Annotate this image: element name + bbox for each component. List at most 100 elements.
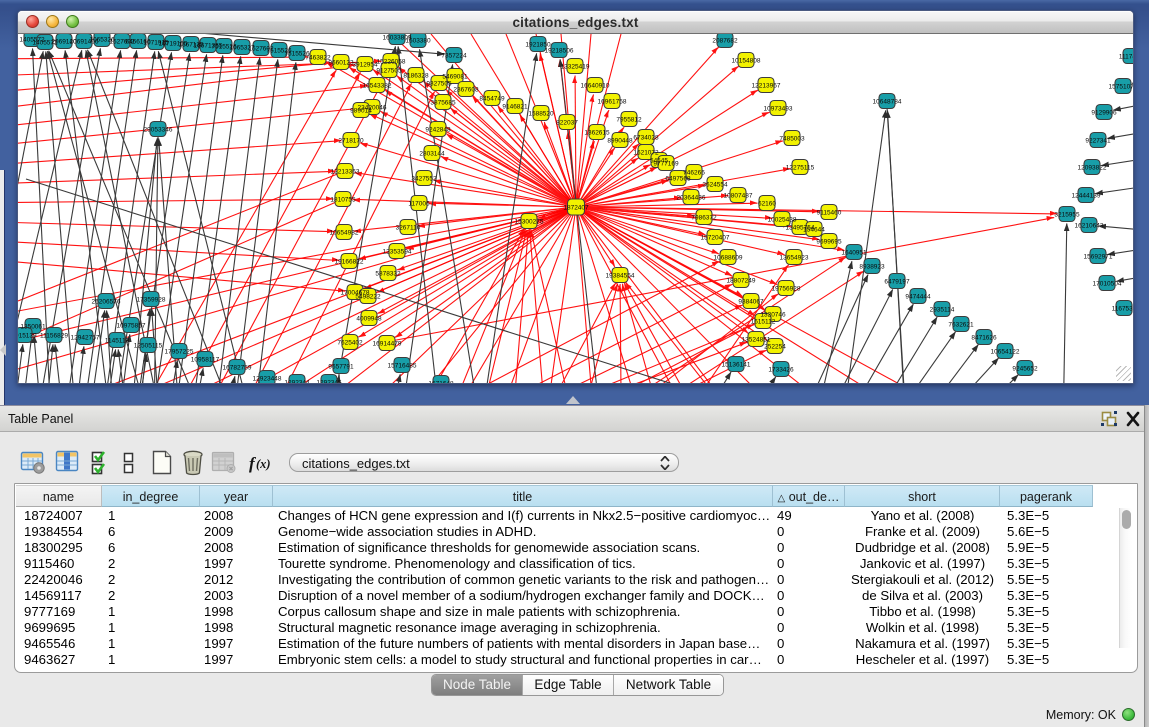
svg-text:5469081: 5469081 xyxy=(442,74,468,81)
svg-text:1588520: 1588520 xyxy=(528,111,554,118)
svg-text:15692971: 15692971 xyxy=(1084,254,1113,261)
svg-text:2087682: 2087682 xyxy=(712,38,738,45)
svg-text:12923448: 12923448 xyxy=(253,376,282,383)
svg-text:9242848: 9242848 xyxy=(425,127,451,134)
svg-text:12505115: 12505115 xyxy=(134,343,163,350)
svg-text:15720407: 15720407 xyxy=(701,235,730,242)
svg-text:17957225: 17957225 xyxy=(165,349,194,356)
svg-text:20364436: 20364436 xyxy=(677,195,706,202)
svg-text:154644: 154644 xyxy=(803,227,825,234)
svg-text:1640951: 1640951 xyxy=(841,250,867,257)
svg-text:8938923: 8938923 xyxy=(859,264,885,271)
svg-text:1167533: 1167533 xyxy=(1112,306,1133,313)
svg-text:10973493: 10973493 xyxy=(764,106,793,113)
svg-text:9660123: 9660123 xyxy=(328,60,354,67)
svg-text:10958117: 10958117 xyxy=(191,357,220,364)
svg-text:1621072: 1621072 xyxy=(633,150,659,157)
svg-text:16782759: 16782759 xyxy=(223,365,252,372)
svg-text:1810755: 1810755 xyxy=(330,197,356,204)
svg-text:9245652: 9245652 xyxy=(1012,366,1038,373)
svg-text:29053346: 29053346 xyxy=(144,127,173,134)
svg-text:3215955: 3215955 xyxy=(1054,212,1080,219)
svg-text:3912954: 3912954 xyxy=(352,62,378,69)
svg-text:10025438: 10025438 xyxy=(768,217,797,224)
svg-text:9146821: 9146821 xyxy=(502,104,528,111)
svg-text:15226058: 15226058 xyxy=(377,59,406,66)
svg-text:7955812: 7955812 xyxy=(616,117,642,124)
svg-text:1615112: 1615112 xyxy=(751,319,776,326)
svg-text:4009948: 4009948 xyxy=(356,316,382,323)
svg-text:117006: 117006 xyxy=(408,201,430,208)
svg-text:15300275: 15300275 xyxy=(515,219,544,226)
svg-text:7485003: 7485003 xyxy=(779,136,805,143)
svg-text:19756928: 19756928 xyxy=(772,286,801,293)
svg-text:13654923: 13654923 xyxy=(780,255,809,262)
svg-text:3915139: 3915139 xyxy=(18,333,37,340)
svg-text:6734028: 6734028 xyxy=(633,135,659,142)
svg-text:12942757: 12942757 xyxy=(71,335,100,342)
svg-text:10688609: 10688609 xyxy=(714,255,743,262)
svg-text:1145119: 1145119 xyxy=(105,338,130,345)
svg-text:822037: 822037 xyxy=(556,120,578,127)
svg-text:15136141: 15136141 xyxy=(722,362,751,369)
svg-text:3267110: 3267110 xyxy=(396,225,421,232)
svg-text:7632621: 7632621 xyxy=(948,322,974,329)
svg-text:17359928: 17359928 xyxy=(137,297,166,304)
svg-text:9129906: 9129906 xyxy=(1091,110,1117,117)
svg-text:10154808: 10154808 xyxy=(732,58,761,65)
svg-text:19166822: 19166822 xyxy=(335,259,364,266)
svg-text:16543382: 16543382 xyxy=(363,83,392,90)
svg-text:19384554: 19384554 xyxy=(606,273,635,280)
svg-text:15716485: 15716485 xyxy=(388,363,417,370)
svg-text:3427552: 3427552 xyxy=(411,176,437,183)
svg-text:10654122: 10654122 xyxy=(991,349,1020,356)
svg-text:7986372: 7986372 xyxy=(691,215,717,222)
svg-text:8186328: 8186328 xyxy=(403,73,429,80)
svg-text:12353594: 12353594 xyxy=(383,249,412,256)
svg-text:1362615: 1362615 xyxy=(584,130,610,137)
svg-text:1571648: 1571648 xyxy=(428,381,454,384)
svg-text:12275115: 12275115 xyxy=(786,165,815,172)
svg-text:16914479: 16914479 xyxy=(373,341,402,348)
svg-text:8454749: 8454749 xyxy=(479,96,505,103)
svg-text:6497568: 6497568 xyxy=(665,176,691,183)
svg-text:9384067: 9384067 xyxy=(738,299,764,306)
svg-text:17010504: 17010504 xyxy=(1093,281,1122,288)
svg-text:9227341: 9227341 xyxy=(1085,138,1111,145)
svg-text:1603380: 1603380 xyxy=(405,38,431,45)
svg-text:3624554: 3624554 xyxy=(702,182,728,189)
svg-text:13524851: 13524851 xyxy=(742,337,771,344)
svg-text:62160: 62160 xyxy=(758,201,776,208)
svg-text:5878332: 5878332 xyxy=(375,271,401,278)
svg-text:7515526: 7515526 xyxy=(284,51,310,58)
svg-text:15751074: 15751074 xyxy=(1109,84,1133,91)
svg-text:2718170: 2718170 xyxy=(338,138,364,145)
svg-text:2935114: 2935114 xyxy=(930,307,955,314)
svg-text:12093822: 12093822 xyxy=(1078,165,1107,172)
svg-text:7357224: 7357224 xyxy=(441,53,467,60)
svg-text:1733426: 1733426 xyxy=(768,367,794,374)
svg-text:8990448: 8990448 xyxy=(607,138,633,145)
svg-text:19218506: 19218506 xyxy=(545,48,574,55)
svg-text:2803144: 2803144 xyxy=(419,151,445,158)
svg-text:3875685: 3875685 xyxy=(430,100,456,107)
svg-text:2367608: 2367608 xyxy=(453,87,479,94)
svg-text:252254: 252254 xyxy=(764,344,786,351)
svg-text:1292344: 1292344 xyxy=(284,380,310,384)
svg-text:10654982: 10654982 xyxy=(330,230,359,237)
svg-text:16640910: 16640910 xyxy=(581,83,610,90)
svg-text:8471626: 8471626 xyxy=(971,335,997,342)
svg-text:1872407: 1872407 xyxy=(563,205,589,212)
svg-text:12213363: 12213363 xyxy=(331,169,360,176)
svg-text:18807249: 18807249 xyxy=(727,278,756,285)
svg-text:1320746: 1320746 xyxy=(760,312,786,319)
svg-text:12213967: 12213967 xyxy=(752,83,781,90)
svg-text:9657791: 9657791 xyxy=(328,364,354,371)
svg-text:13325419: 13325419 xyxy=(561,64,590,71)
svg-text:1117463: 1117463 xyxy=(1119,54,1133,61)
svg-text:10975857: 10975857 xyxy=(117,323,146,330)
svg-text:16961758: 16961758 xyxy=(598,99,627,106)
svg-text:989014: 989014 xyxy=(350,108,372,115)
svg-text:12444139: 12444139 xyxy=(1072,193,1101,200)
svg-text:9777169: 9777169 xyxy=(653,161,679,168)
